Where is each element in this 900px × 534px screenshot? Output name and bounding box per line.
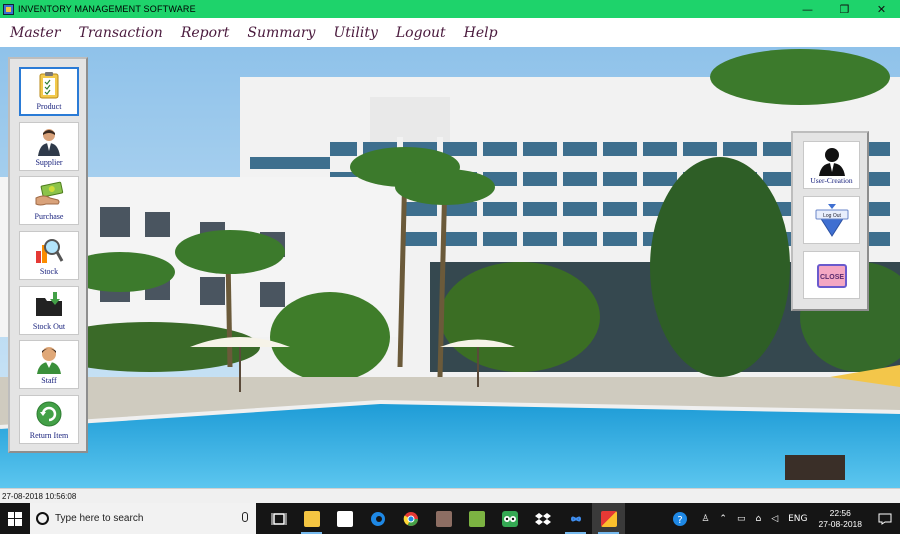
hotel-background-image [0,47,900,488]
status-datetime: 27-08-2018 10:56:08 [2,491,77,501]
svg-text:?: ? [678,515,683,526]
dropbox-icon [534,512,551,525]
menu-master[interactable]: Master [10,25,60,41]
product-button[interactable]: Product [19,67,79,116]
chrome-button[interactable] [394,503,427,534]
chrome-icon [403,511,418,526]
inventory-app-icon [600,510,617,527]
tools-icon [435,510,452,527]
menu-help[interactable]: Help [464,25,498,41]
menu-summary[interactable]: Summary [247,25,315,41]
taskbar-search[interactable]: Type here to search [30,503,256,534]
close-button[interactable]: ✕ [863,0,900,18]
return-item-button[interactable]: Return Item [19,395,79,444]
task-view-button[interactable] [262,503,295,534]
staff-person-icon [37,347,61,374]
dropbox-button[interactable] [526,503,559,534]
stock-out-button[interactable]: Stock Out [19,286,79,335]
store-bag-icon [336,510,353,527]
menu-report[interactable]: Report [181,25,230,41]
menu-logout[interactable]: Logout [396,25,446,41]
tripadvisor-button[interactable] [493,503,526,534]
battery-icon[interactable]: ▭ [737,514,746,524]
main-area: Product Supplier Purchase Stock Stock Ou… [0,47,900,488]
supplier-label: Supplier [35,158,63,167]
system-tray: ? ♙ ⌃ ▭ ⌂ ◁ ENG 22:56 27-08-2018 [672,503,900,534]
money-hand-icon [35,181,64,206]
log-out-label: Log Out [823,213,841,219]
task-view-icon [271,512,286,525]
close-app-label: CLOSE [819,274,843,281]
title-bar: INVENTORY MANAGEMENT SOFTWARE — ❐ ✕ [0,0,900,18]
window-title: INVENTORY MANAGEMENT SOFTWARE [18,4,196,14]
logout-triangle-icon: Log Out [815,204,848,237]
green-app-button[interactable] [460,503,493,534]
close-box-icon: CLOSE [816,264,847,288]
infinity-app-button[interactable] [559,503,592,534]
green-app-icon [468,510,485,527]
clipboard-icon [39,72,59,99]
app-window: INVENTORY MANAGEMENT SOFTWARE — ❐ ✕ Mast… [0,0,900,534]
stock-button[interactable]: Stock [19,231,79,280]
stock-label: Stock [39,267,59,276]
minimize-button[interactable]: — [789,0,826,18]
file-explorer-button[interactable] [295,503,328,534]
folder-arrow-icon [36,292,62,316]
status-bar: 27-08-2018 10:56:08 [0,488,900,503]
menu-utility[interactable]: Utility [333,25,377,41]
help-bubble-icon[interactable]: ? [672,511,688,527]
notification-icon [878,513,892,525]
taskbar-apps [262,503,625,534]
volume-icon[interactable]: ◁ [771,514,778,524]
menu-bar: Master Transaction Report Summary Utilit… [0,18,900,47]
start-button[interactable] [0,503,30,534]
window-controls: — ❐ ✕ [789,0,900,18]
return-item-label: Return Item [29,431,69,440]
notification-button[interactable] [870,503,900,534]
language-indicator[interactable]: ENG [788,514,807,524]
chevron-up-icon[interactable]: ⌃ [719,514,727,524]
clock-time: 22:56 [829,507,851,518]
purchase-label: Purchase [34,212,64,221]
user-creation-button[interactable]: User-Creation [803,141,860,189]
owl-icon [501,510,518,527]
left-nav-panel: Product Supplier Purchase Stock Stock Ou… [8,57,88,453]
app-icon [3,3,14,15]
windows-logo-icon [8,511,22,526]
search-placeholder: Type here to search [55,513,144,524]
microphone-icon[interactable] [242,512,248,522]
edge-button[interactable] [361,503,394,534]
user-silhouette-icon [818,147,845,176]
green-refresh-icon [36,401,62,427]
windows-taskbar: Type here to search ? ♙ ⌃ ▭ ⌂ ◁ ENG 22:5… [0,503,900,534]
clock-date: 27-08-2018 [818,518,862,529]
tools-app-button[interactable] [427,503,460,534]
product-label: Product [36,102,62,111]
infinity-icon [570,516,581,521]
maximize-button[interactable]: ❐ [826,0,863,18]
store-button[interactable] [328,503,361,534]
purchase-button[interactable]: Purchase [19,176,79,225]
folder-icon [303,510,320,527]
magnifier-chart-icon [36,239,64,263]
menu-transaction[interactable]: Transaction [78,25,162,41]
staff-label: Staff [41,376,57,385]
clock[interactable]: 22:56 27-08-2018 [819,508,862,530]
people-icon[interactable]: ♙ [701,514,709,524]
right-nav-panel: User-Creation Log Out CLOSE [791,131,869,311]
close-app-button[interactable]: CLOSE [803,251,860,299]
staff-button[interactable]: Staff [19,340,79,389]
stock-out-label: Stock Out [32,322,66,331]
supplier-button[interactable]: Supplier [19,122,79,171]
cortana-icon [36,512,49,525]
edge-icon [370,511,385,526]
inventory-app-button[interactable] [592,503,625,534]
user-creation-label: User-Creation [810,175,853,185]
log-out-button[interactable]: Log Out [803,196,860,244]
network-icon[interactable]: ⌂ [755,514,761,524]
businessman-icon [38,129,60,156]
